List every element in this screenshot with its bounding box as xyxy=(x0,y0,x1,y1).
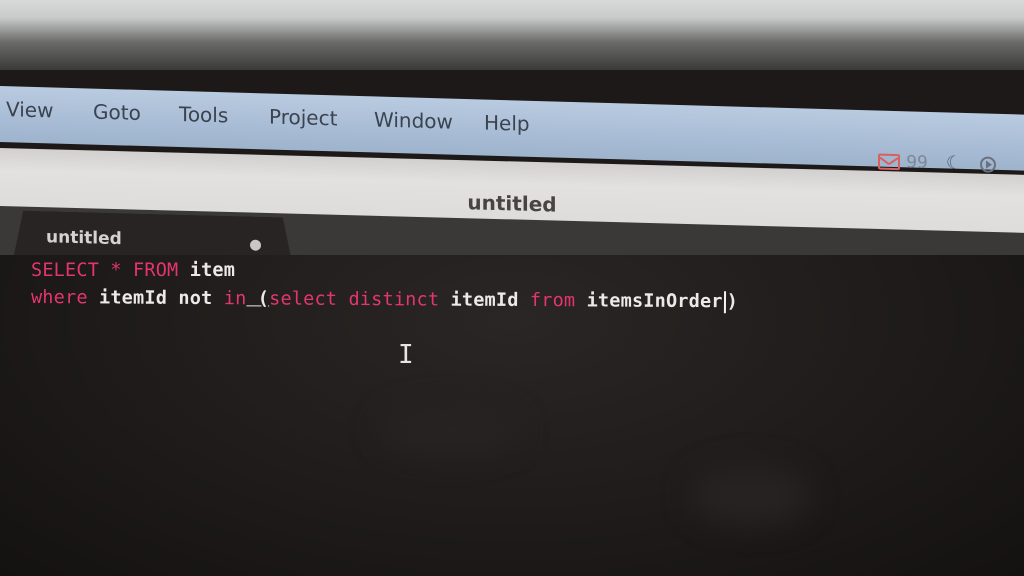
identifier-itemid: itemId xyxy=(87,287,168,309)
menu-help[interactable]: Help xyxy=(484,111,530,136)
moon-icon[interactable]: ☾ xyxy=(946,152,962,173)
open-paren: ( xyxy=(246,288,270,310)
keyword-from: FROM xyxy=(133,260,179,281)
keyword-distinct: distinct xyxy=(337,288,440,311)
code-line-2[interactable]: where itemId not in (select distinct ite… xyxy=(30,287,739,314)
keyword-select-sub: select xyxy=(269,288,338,310)
menu-goto[interactable]: Goto xyxy=(93,100,141,125)
keyword-not: not xyxy=(167,287,213,310)
ibeam-cursor-icon: I xyxy=(398,340,414,370)
code-line-1[interactable]: SELECT * FROM item xyxy=(31,260,235,281)
mail-icon xyxy=(878,153,901,170)
identifier-item: item xyxy=(178,260,236,281)
tab-label: untitled xyxy=(46,227,122,250)
screen: View Goto Tools Project Window Help 99 ☾… xyxy=(0,0,1024,576)
identifier-itemid-sub: itemId xyxy=(439,289,519,311)
keyword-select: SELECT xyxy=(31,260,100,281)
close-paren: ) xyxy=(726,291,739,313)
background-reflection xyxy=(380,405,520,455)
keyword-where: where xyxy=(30,287,88,309)
mail-count: 99 xyxy=(906,151,928,173)
text-caret xyxy=(723,291,726,314)
keyword-in: in xyxy=(212,288,247,310)
menu-window[interactable]: Window xyxy=(374,107,453,133)
keyword-from-sub: from xyxy=(518,289,576,312)
menu-project[interactable]: Project xyxy=(269,105,337,131)
play-circle-icon[interactable] xyxy=(980,155,996,173)
background-reflection xyxy=(690,465,810,525)
identifier-itemsinorder: itemsInOrder xyxy=(575,290,723,313)
mail-status[interactable]: 99 xyxy=(878,151,928,172)
unsaved-dot-icon[interactable] xyxy=(250,240,261,251)
operator-star: * xyxy=(99,260,134,281)
screen-glare xyxy=(0,0,1024,70)
menu-tools[interactable]: Tools xyxy=(179,102,228,127)
menu-view[interactable]: View xyxy=(6,97,53,122)
